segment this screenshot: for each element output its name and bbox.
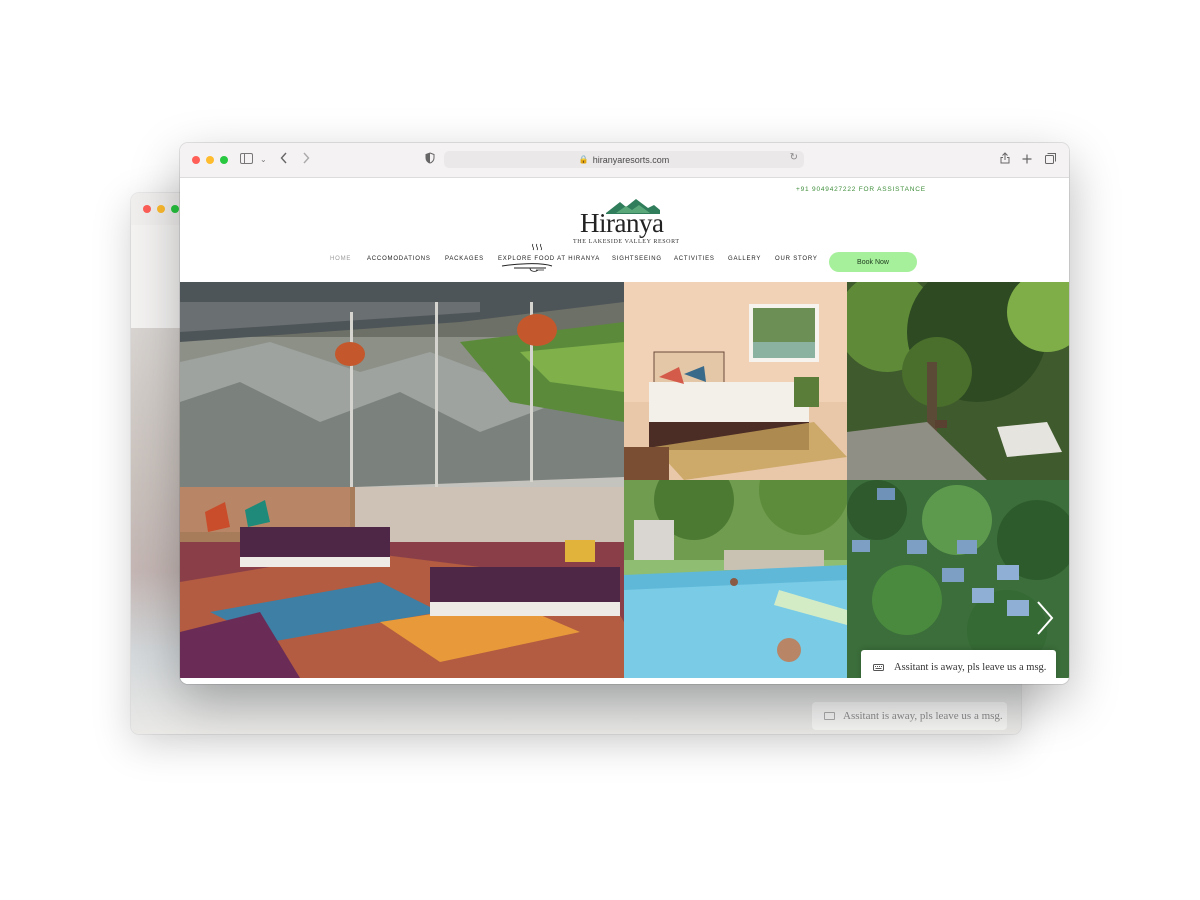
logo-tagline: THE LAKESIDE VALLEY RESORT xyxy=(573,239,680,245)
photo-gallery xyxy=(180,282,1069,678)
background-chat-widget: Assitant is away, pls leave us a msg. xyxy=(812,702,1007,730)
phone-assistance[interactable]: +91 9049427222 FOR ASSISTANCE xyxy=(796,186,926,193)
gallery-photo-pool[interactable] xyxy=(624,480,847,678)
address-bar[interactable]: 🔒 hiranyaresorts.com ↻ xyxy=(444,151,804,168)
chevron-right-icon[interactable] xyxy=(1035,600,1055,636)
url-text: hiranyaresorts.com xyxy=(592,154,670,165)
new-tab-icon[interactable] xyxy=(1022,152,1032,168)
forward-button[interactable] xyxy=(302,152,310,168)
lock-icon: 🔒 xyxy=(578,155,589,164)
nav-item-accomodations[interactable]: ACCOMODATIONS xyxy=(367,256,431,262)
tabs-overview-icon[interactable] xyxy=(1045,152,1056,168)
minimize-button[interactable] xyxy=(206,156,214,164)
keyboard-icon xyxy=(824,712,835,720)
page-bottom-edge xyxy=(180,678,1069,684)
chat-message: Assitant is away, pls leave us a msg. xyxy=(894,661,1047,673)
background-chat-message: Assitant is away, pls leave us a msg. xyxy=(843,710,1003,722)
shield-icon[interactable] xyxy=(425,152,435,168)
minimize-dot xyxy=(157,205,165,213)
back-button[interactable] xyxy=(280,152,288,168)
logo-name: Hiranya xyxy=(580,208,664,238)
keyboard-icon xyxy=(873,663,884,671)
site-logo[interactable]: Hiranya THE LAKESIDE VALLEY RESORT xyxy=(570,198,680,248)
sidebar-icon[interactable] xyxy=(240,152,253,168)
share-icon[interactable] xyxy=(1000,152,1010,168)
site-header: +91 9049427222 FOR ASSISTANCE Hiranya TH… xyxy=(180,178,1069,282)
nav-item-our-story[interactable]: OUR STORY xyxy=(775,256,818,262)
book-now-button[interactable]: Book Now xyxy=(829,252,917,272)
reload-icon[interactable]: ↻ xyxy=(790,152,798,163)
gallery-photo-bedroom[interactable] xyxy=(624,282,847,480)
gallery-photo-terrace[interactable] xyxy=(180,282,624,678)
nav-item-home[interactable]: HOME xyxy=(330,256,351,262)
maximize-button[interactable] xyxy=(220,156,228,164)
browser-toolbar: ⌄ 🔒 hiranyaresorts.com ↻ xyxy=(180,143,1069,178)
chevron-down-icon[interactable]: ⌄ xyxy=(260,152,267,168)
gallery-photo-aerial-cottages[interactable] xyxy=(847,480,1069,678)
nav-item-sightseeing[interactable]: SIGHTSEEING xyxy=(612,256,662,262)
nav-item-gallery[interactable]: GALLERY xyxy=(728,256,761,262)
maximize-dot xyxy=(171,205,179,213)
nav-item-activities[interactable]: ACTIVITIES xyxy=(674,256,715,262)
nav-item-packages[interactable]: PACKAGES xyxy=(445,256,484,262)
browser-window: ⌄ 🔒 hiranyaresorts.com ↻ +91 9049427222 … xyxy=(180,143,1069,684)
gallery-photo-driveway[interactable] xyxy=(847,282,1069,480)
food-dish-icon xyxy=(501,243,553,272)
close-button[interactable] xyxy=(192,156,200,164)
close-dot xyxy=(143,205,151,213)
